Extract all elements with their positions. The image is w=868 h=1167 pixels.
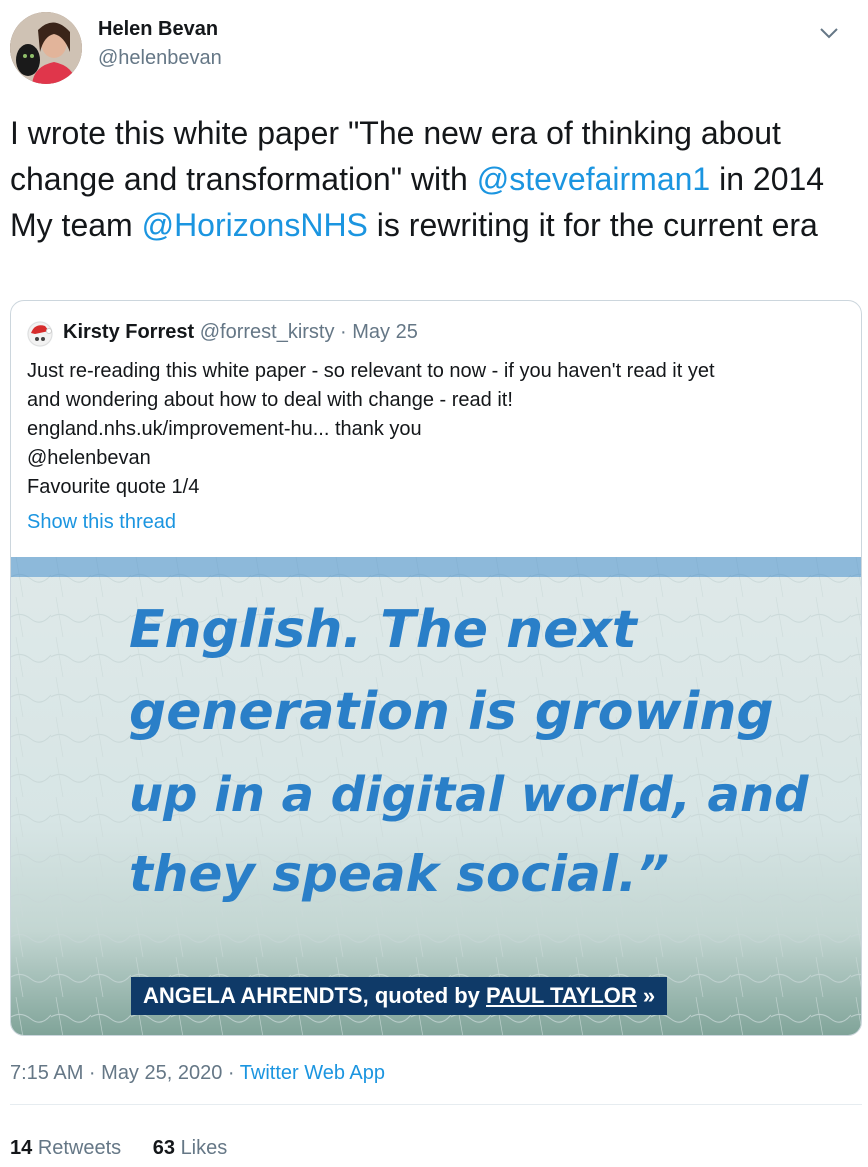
quoted-handle-date: @forrest_kirsty · May 25 [199, 321, 418, 343]
quoted-line: Favourite quote 1/4 [27, 476, 200, 498]
quoted-line: england.nhs.uk/improvement-hu... thank y… [27, 418, 422, 440]
quote-caption: ANGELA AHRENDTS, quoted by PAUL TAYLOR » [131, 977, 668, 1015]
author-avatar[interactable] [10, 12, 82, 84]
caption-name: PAUL TAYLOR [486, 983, 637, 1008]
retweets-label: Retweets [37, 1137, 122, 1159]
quoted-tweet[interactable]: Kirsty Forrest @forrest_kirsty · May 25 … [10, 300, 862, 1036]
quoted-line: @helenbevan [27, 447, 151, 469]
quote-line-2: generation is growing [129, 682, 774, 742]
author-name[interactable]: Helen Bevan [98, 18, 218, 41]
author-photo [10, 12, 82, 84]
quoted-text: Just re-reading this white paper - so re… [27, 357, 847, 502]
caption-arrow: » [642, 983, 656, 1008]
mention-link-horizonsnhs[interactable]: @HorizonsNHS [142, 207, 368, 243]
caption-prefix: ANGELA AHRENDTS, quoted by [143, 983, 487, 1008]
tweet-timestamp: 7:15 AM · May 25, 2020 · Twitter Web App [10, 1062, 385, 1085]
tweet-stats: 14 Retweets 63 Likes [10, 1137, 253, 1160]
quoted-line: Just re-reading this white paper - so re… [27, 360, 715, 382]
show-thread-link[interactable]: Show this thread [27, 511, 176, 534]
source-link[interactable]: Twitter Web App [240, 1062, 385, 1084]
quote-artwork: English. The next generation is growing … [11, 557, 861, 1035]
divider [10, 1104, 862, 1105]
tweet-text: I wrote this white paper "The new era of… [10, 110, 860, 248]
quoted-header: Kirsty Forrest @forrest_kirsty · May 25 [63, 321, 418, 344]
quoted-line: and wondering about how to deal with cha… [27, 389, 513, 411]
tweet-text-part: is rewriting it for the current era [367, 207, 818, 243]
mention-link-stevefairman1[interactable]: @stevefairman1 [477, 161, 710, 197]
chevron-down-icon[interactable] [814, 18, 844, 48]
likes-stat[interactable]: 63 Likes [153, 1137, 228, 1159]
retweets-count: 14 [10, 1137, 33, 1159]
quote-line-4: they speak social.” [129, 845, 669, 903]
quoted-author-avatar [27, 321, 53, 347]
quoted-image[interactable]: English. The next generation is growing … [11, 557, 861, 1035]
quote-line-1: English. The next [129, 600, 639, 660]
quote-line-3: up in a digital world, and [129, 767, 809, 823]
quoted-author-name[interactable]: Kirsty Forrest [63, 321, 194, 343]
author-handle[interactable]: @helenbevan [98, 47, 222, 70]
retweets-stat[interactable]: 14 Retweets [10, 1137, 121, 1159]
time-date[interactable]: 7:15 AM · May 25, 2020 · [10, 1062, 240, 1084]
likes-label: Likes [180, 1137, 228, 1159]
likes-count: 63 [152, 1137, 175, 1159]
